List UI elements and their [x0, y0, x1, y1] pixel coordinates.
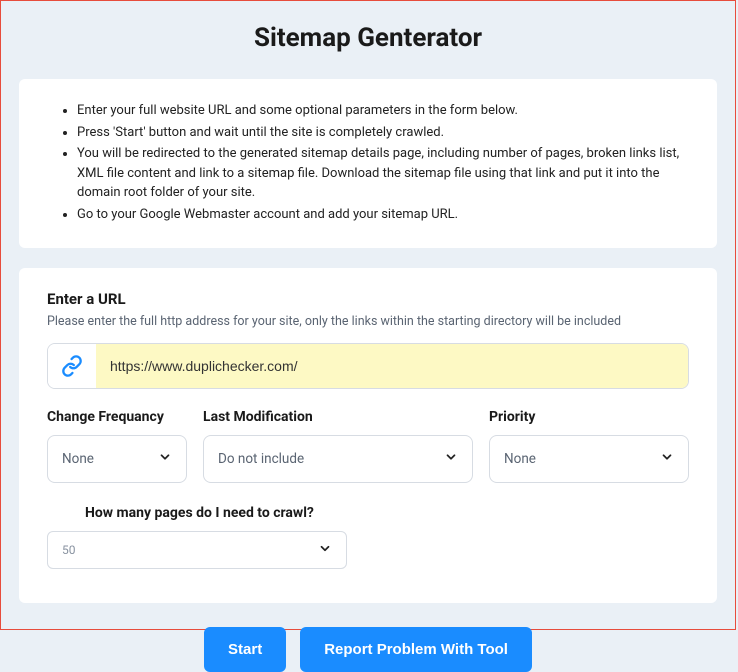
- instruction-item: You will be redirected to the generated …: [77, 144, 689, 203]
- instruction-item: Go to your Google Webmaster account and …: [77, 205, 689, 225]
- priority-select[interactable]: None: [489, 435, 689, 483]
- crawl-pages-select[interactable]: 50: [47, 531, 347, 569]
- start-button[interactable]: Start: [204, 627, 286, 672]
- crawl-pages-value: 50: [62, 543, 76, 557]
- form-card: Enter a URL Please enter the full http a…: [19, 268, 717, 603]
- instructions-list: Enter your full website URL and some opt…: [47, 101, 689, 224]
- priority-label: Priority: [489, 409, 689, 425]
- priority-value: None: [504, 451, 536, 467]
- link-icon: [48, 344, 96, 388]
- url-subtext: Please enter the full http address for y…: [47, 314, 689, 329]
- last-modification-label: Last Modification: [203, 409, 473, 425]
- change-frequency-select[interactable]: None: [47, 435, 187, 483]
- url-input[interactable]: [96, 344, 688, 388]
- instructions-card: Enter your full website URL and some opt…: [19, 79, 717, 248]
- report-problem-button[interactable]: Report Problem With Tool: [300, 627, 532, 672]
- chevron-down-icon: [660, 450, 674, 468]
- instruction-item: Enter your full website URL and some opt…: [77, 101, 689, 121]
- button-row: Start Report Problem With Tool: [19, 627, 717, 672]
- change-frequency-value: None: [62, 451, 94, 467]
- crawl-pages-label: How many pages do I need to crawl?: [85, 505, 689, 521]
- instruction-item: Press 'Start' button and wait until the …: [77, 123, 689, 143]
- last-modification-select[interactable]: Do not include: [203, 435, 473, 483]
- chevron-down-icon: [444, 450, 458, 468]
- url-input-row: [47, 343, 689, 389]
- change-frequency-label: Change Frequancy: [47, 409, 187, 425]
- last-modification-value: Do not include: [218, 451, 304, 467]
- url-heading: Enter a URL: [47, 290, 689, 308]
- chevron-down-icon: [318, 542, 332, 559]
- chevron-down-icon: [158, 450, 172, 468]
- page-title: Sitemap Genterator: [19, 1, 717, 79]
